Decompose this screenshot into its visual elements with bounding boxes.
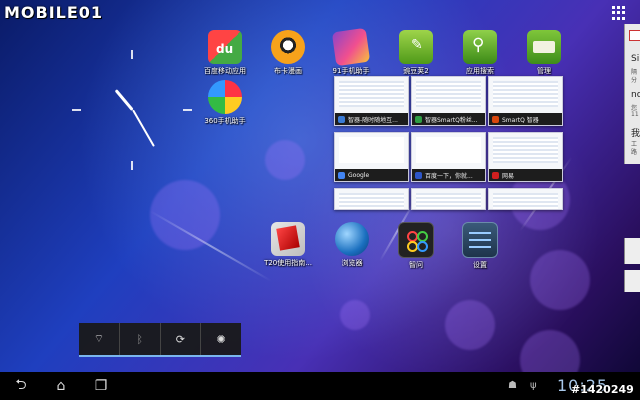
android-debug-icon: ☗ — [508, 380, 517, 391]
manager-icon — [527, 30, 561, 64]
settings-icon: ✺ — [216, 332, 226, 346]
favicon — [492, 171, 499, 179]
bookmark-thumbnail[interactable]: 智器SmartQ粉丝... — [411, 76, 486, 126]
favicon — [415, 171, 422, 179]
app-label: T20使用指南... — [264, 259, 312, 267]
minute-hand — [131, 109, 155, 147]
app-label: 360手机助手 — [204, 117, 246, 125]
side-widget[interactable] — [624, 238, 640, 264]
app-label: 浏览器 — [341, 259, 363, 267]
bookmark-thumbnail[interactable] — [411, 188, 486, 210]
app-zhiwen[interactable]: 智问 — [386, 222, 446, 270]
baidu-du-icon: du — [208, 30, 242, 64]
wifi-toggle[interactable]: ⌔ — [79, 323, 120, 355]
thumbnail-title: 智器SmartQ粉丝... — [425, 116, 478, 124]
91-assistant-icon — [331, 27, 371, 67]
watermark: MOBILE01 — [4, 3, 104, 22]
favicon — [415, 115, 422, 123]
settings-sliders-icon — [462, 222, 498, 258]
recent-apps-icon: ❐ — [94, 378, 108, 394]
system-navigation-bar: ⮌ ⌂ ❐ ☗ ψ 10:25 — [0, 372, 640, 400]
recent-apps-button[interactable]: ❐ — [86, 377, 116, 395]
wallpaper-bokeh — [445, 300, 495, 350]
bookmark-thumbnail[interactable]: Google — [334, 132, 409, 182]
app-buka[interactable]: 布卡漫画 — [258, 30, 318, 76]
thumbnail-title: SmartQ 智器 — [502, 116, 539, 124]
home-button[interactable]: ⌂ — [46, 377, 76, 395]
notification-title: 我 — [631, 129, 640, 139]
app-settings[interactable]: 设置 — [450, 222, 510, 270]
auto-brightness-toggle[interactable]: ✺ — [201, 323, 241, 355]
app-label: 设置 — [473, 261, 487, 269]
app-label: 百度移动应用 — [204, 67, 246, 75]
back-button[interactable]: ⮌ — [6, 377, 36, 395]
app-manager[interactable]: 管理 — [514, 30, 574, 76]
hour-hand — [114, 89, 134, 111]
quick-settings-widget: ⌔ ᛒ ⟳ ✺ — [79, 323, 241, 357]
gmail-icon — [629, 30, 640, 41]
app-label: 应用搜索 — [466, 67, 494, 75]
wifi-icon: ⌔ — [93, 332, 105, 345]
app-label: 智问 — [409, 261, 423, 269]
app-baidu[interactable]: du 百度移动应用 — [195, 30, 255, 76]
bookmark-thumbnail[interactable]: 百度一下，你就... — [411, 132, 486, 182]
app-t20-guide[interactable]: T20使用指南... — [258, 222, 318, 268]
notification-text: 11 — [631, 111, 639, 118]
bookmark-thumbnail[interactable] — [334, 188, 409, 210]
bluetooth-toggle[interactable]: ᛒ — [120, 323, 161, 355]
favicon — [338, 115, 345, 123]
notification-title: no — [631, 90, 640, 100]
bookmark-thumbnail[interactable] — [488, 188, 563, 210]
wallpaper-bokeh — [265, 140, 305, 180]
home-screen: MOBILE01 du 百度移动应用 布卡漫画 91手机助手 ✎ 豌豆荚2 ⚲ … — [0, 0, 640, 400]
thumbnail-title: Google — [348, 171, 370, 179]
favicon — [338, 171, 345, 179]
notification-text: 分 — [631, 77, 638, 84]
bookmark-thumbnail[interactable]: 网易 — [488, 132, 563, 182]
bookmark-thumbnail[interactable]: SmartQ 智器 — [488, 76, 563, 126]
photo-id-watermark: #1420249 — [571, 383, 634, 396]
side-widget[interactable] — [624, 270, 640, 292]
app-search[interactable]: ⚲ 应用搜索 — [450, 30, 510, 76]
wandoujia-icon: ✎ — [399, 30, 433, 64]
app-360[interactable]: 360手机助手 — [195, 80, 255, 126]
wallpaper-bokeh — [530, 250, 590, 310]
app-wandoujia[interactable]: ✎ 豌豆荚2 — [386, 30, 446, 76]
buka-comic-icon — [271, 30, 305, 64]
thumbnail-title: 网易 — [502, 172, 515, 180]
app-label: 豌豆荚2 — [403, 67, 429, 75]
back-icon: ⮌ — [15, 377, 27, 393]
sync-toggle[interactable]: ⟳ — [161, 323, 202, 355]
app-browser[interactable]: 浏览器 — [322, 222, 382, 268]
notification-title: Si — [631, 54, 640, 64]
notification-widget[interactable]: Si 隔 分 no 您 11 我 工 路 — [624, 24, 640, 164]
app-label: 管理 — [537, 67, 551, 75]
thumbnail-title: 百度一下，你就... — [425, 172, 473, 180]
guide-tablet-icon — [271, 222, 305, 256]
analog-clock-widget[interactable] — [72, 50, 192, 170]
notification-text: 路 — [631, 149, 638, 156]
app-label: 布卡漫画 — [274, 67, 302, 75]
app-label: 91手机助手 — [332, 67, 370, 75]
app-search-icon: ⚲ — [463, 30, 497, 64]
app-91[interactable]: 91手机助手 — [321, 27, 381, 76]
wallpaper-bokeh — [340, 300, 370, 330]
bookmark-thumbnail[interactable]: 智器-随时随地互... — [334, 76, 409, 126]
sync-icon: ⟳ — [175, 332, 185, 346]
browser-globe-icon — [335, 222, 369, 256]
all-apps-grid-icon[interactable] — [612, 6, 626, 20]
thumbnail-title: 智器-随时随地互... — [348, 116, 398, 124]
bluetooth-icon: ᛒ — [136, 332, 143, 346]
home-icon: ⌂ — [56, 378, 66, 394]
zhiwen-icon — [398, 222, 434, 258]
360-assistant-icon — [208, 80, 242, 114]
favicon — [492, 115, 499, 123]
usb-icon: ψ — [530, 380, 537, 391]
